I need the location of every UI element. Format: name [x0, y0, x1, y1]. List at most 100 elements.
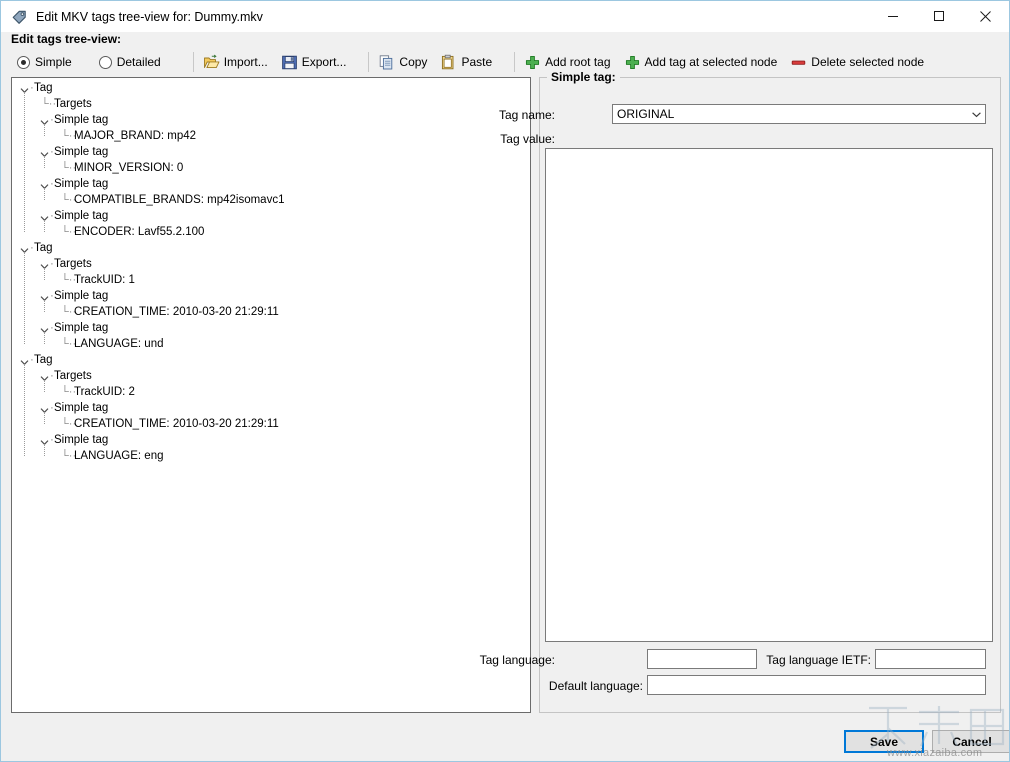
tree-node-label: Tag	[34, 242, 53, 254]
save-button[interactable]: Save	[844, 730, 924, 753]
cancel-button[interactable]: Cancel	[932, 730, 1009, 753]
paste-button[interactable]: Paste	[440, 54, 492, 71]
tree-guide-line	[24, 92, 25, 232]
tree-node-label: CREATION_TIME: 2010-03-20 21:29:11	[74, 306, 279, 318]
tree-guide-line	[44, 188, 45, 200]
tree-node-label: LANGUAGE: eng	[74, 450, 164, 462]
tree-node[interactable]: · Simple tag	[12, 400, 530, 416]
tree-node-label: MINOR_VERSION: 0	[74, 162, 184, 174]
tree-node[interactable]: · Simple tag	[12, 288, 530, 304]
chevron-down-icon[interactable]	[967, 105, 985, 123]
tree-guide-line	[44, 124, 45, 136]
tree-node[interactable]: · Simple tag	[12, 176, 530, 192]
export-button[interactable]: Export...	[281, 54, 346, 71]
window-controls	[870, 1, 1008, 31]
radio-simple-label: Simple	[35, 55, 72, 69]
tag-language-ietf-label: Tag language IETF:	[766, 653, 871, 667]
tree-guide-line	[44, 156, 45, 168]
tree-node-label: COMPATIBLE_BRANDS: mp42isomavc1	[74, 194, 285, 206]
paste-label: Paste	[461, 55, 493, 69]
tree-node-label: Simple tag	[54, 210, 109, 222]
tree-node[interactable]: └·· COMPATIBLE_BRANDS: mp42isomavc1	[12, 192, 530, 208]
tree-node[interactable]: └·· CREATION_TIME: 2010-03-20 21:29:11	[12, 304, 530, 320]
simple-tag-group-title: Simple tag:	[547, 70, 620, 84]
tree-node[interactable]: └·· CREATION_TIME: 2010-03-20 21:29:11	[12, 416, 530, 432]
tree-node-label: Simple tag	[54, 114, 109, 126]
tree-node-label: TrackUID: 1	[74, 274, 135, 286]
toolbar-separator	[192, 52, 194, 72]
radio-simple[interactable]: Simple	[17, 55, 72, 69]
tag-value-textarea[interactable]	[545, 148, 993, 642]
title-bar: Edit MKV tags tree-view for: Dummy.mkv	[1, 1, 1009, 32]
tree-node[interactable]: · Simple tag	[12, 144, 530, 160]
tree-node-label: Targets	[54, 98, 92, 110]
open-folder-icon	[203, 54, 220, 71]
green-plus-icon	[624, 54, 641, 71]
toolbar-section-label: Edit tags tree-view:	[11, 32, 122, 46]
tree-node-label: ENCODER: Lavf55.2.100	[74, 226, 205, 238]
tree-node[interactable]: └·· MINOR_VERSION: 0	[12, 160, 530, 176]
tree-node[interactable]: └·· TrackUID: 1	[12, 272, 530, 288]
tree-node-label: Simple tag	[54, 322, 109, 334]
tree-guide-line	[44, 300, 45, 312]
minimize-button[interactable]	[870, 1, 916, 31]
tree-node[interactable]: └·· Targets	[12, 96, 530, 112]
tag-language-label: Tag language:	[479, 653, 555, 667]
add-tag-at-selected-node-button[interactable]: Add tag at selected node	[624, 54, 778, 71]
tree-guide-line	[44, 380, 45, 392]
radio-simple-indicator	[17, 55, 30, 69]
tree-node[interactable]: · Targets	[12, 256, 530, 272]
copy-button[interactable]: Copy	[378, 54, 427, 71]
tag-name-combobox[interactable]: ORIGINAL	[612, 104, 986, 124]
tag-language-ietf-input[interactable]	[875, 649, 986, 669]
tag-value-label: Tag value:	[500, 132, 555, 146]
tree-node-label: CREATION_TIME: 2010-03-20 21:29:11	[74, 418, 279, 430]
tree-node-label: Tag	[34, 82, 53, 94]
dialog-window: Edit MKV tags tree-view for: Dummy.mkv E	[0, 0, 1010, 762]
tree-guide-line	[24, 364, 25, 456]
tags-tree-view[interactable]: · Tag └·· Targets · Simple tag └·· MAJOR_BRAND:…	[11, 77, 531, 713]
delete-selected-node-button[interactable]: Delete selected node	[790, 54, 924, 71]
copy-pages-icon	[378, 54, 395, 71]
radio-detailed[interactable]: Detailed	[98, 55, 161, 69]
tree-guide-line	[44, 332, 45, 344]
add-tag-at-selected-node-label: Add tag at selected node	[644, 55, 778, 69]
tree-node[interactable]: └·· LANGUAGE: eng	[12, 448, 530, 464]
add-root-tag-label: Add root tag	[545, 55, 611, 69]
tree-node[interactable]: · Simple tag	[12, 208, 530, 224]
tag-icon	[10, 8, 28, 26]
tag-name-label: Tag name:	[498, 108, 555, 122]
tree-node[interactable]: · Simple tag	[12, 320, 530, 336]
tree-node[interactable]: └·· LANGUAGE: und	[12, 336, 530, 352]
tree-guide-line	[24, 252, 25, 344]
tree-node[interactable]: · Tag	[12, 80, 530, 96]
default-language-label: Default language:	[548, 679, 643, 693]
tree-node-label: LANGUAGE: und	[74, 338, 164, 350]
green-plus-icon	[524, 54, 541, 71]
tree-node[interactable]: └·· MAJOR_BRAND: mp42	[12, 128, 530, 144]
tree-node[interactable]: · Simple tag	[12, 432, 530, 448]
maximize-button[interactable]	[916, 1, 962, 31]
tree-node[interactable]: └·· TrackUID: 2	[12, 384, 530, 400]
tree-node-label: MAJOR_BRAND: mp42	[74, 130, 197, 142]
tree-node[interactable]: · Tag	[12, 352, 530, 368]
tree-node-label: Simple tag	[54, 146, 109, 158]
tree-node-label: TrackUID: 2	[74, 386, 135, 398]
toolbar-separator	[514, 52, 516, 72]
tree-node-label: Targets	[54, 370, 92, 382]
add-root-tag-button[interactable]: Add root tag	[524, 54, 611, 71]
tree-node-label: Simple tag	[54, 290, 109, 302]
tree-node[interactable]: · Targets	[12, 368, 530, 384]
window-title: Edit MKV tags tree-view for: Dummy.mkv	[36, 9, 263, 24]
tree-node[interactable]: └·· ENCODER: Lavf55.2.100	[12, 224, 530, 240]
tree-node[interactable]: · Tag	[12, 240, 530, 256]
close-button[interactable]	[962, 1, 1008, 31]
tree-guide-line	[44, 444, 45, 456]
tree-guide-line	[44, 412, 45, 424]
radio-detailed-indicator	[98, 55, 112, 69]
import-button[interactable]: Import...	[203, 54, 268, 71]
tree-node[interactable]: · Simple tag	[12, 112, 530, 128]
default-language-input[interactable]	[647, 675, 986, 695]
delete-selected-node-label: Delete selected node	[811, 55, 925, 69]
red-minus-icon	[790, 54, 807, 71]
